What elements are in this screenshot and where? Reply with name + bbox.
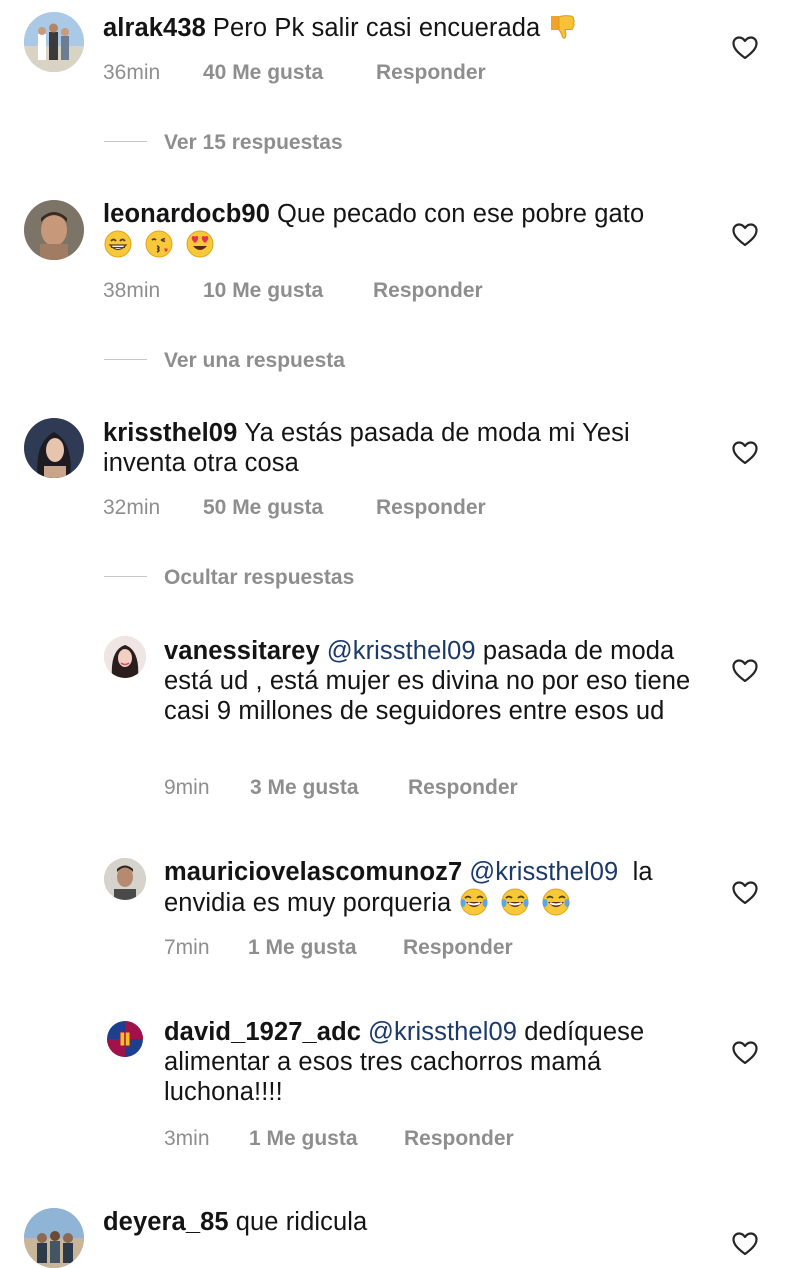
thread-divider bbox=[104, 358, 147, 361]
reply-button[interactable]: Responder bbox=[403, 935, 513, 961]
comment-meta: 7min 1 Me gusta Responder bbox=[164, 935, 513, 961]
comment-time: 9min bbox=[164, 776, 210, 799]
comment-username[interactable]: david_1927_adc bbox=[164, 1018, 361, 1046]
comment-text: krissthel09 Ya estás pasada de moda mi Ye… bbox=[103, 418, 713, 478]
grinning-face-icon bbox=[103, 229, 133, 259]
reply-button[interactable]: Responder bbox=[408, 775, 518, 801]
heart-eyes-icon bbox=[185, 229, 215, 259]
comment-text: mauriciovelascomunoz7 @krissthel09 la env… bbox=[164, 857, 704, 918]
comment-username[interactable]: mauriciovelascomunoz7 bbox=[164, 858, 462, 886]
heart-outline-icon[interactable] bbox=[732, 881, 758, 905]
avatar[interactable] bbox=[104, 636, 146, 678]
reply-button[interactable]: Responder bbox=[376, 495, 486, 521]
comment-meta: 9min 3 Me gusta Responder bbox=[164, 775, 518, 801]
comment-username[interactable]: leonardocb90 bbox=[103, 200, 270, 228]
heart-outline-icon[interactable] bbox=[732, 1041, 758, 1065]
emoji-row bbox=[103, 231, 219, 259]
thread-divider bbox=[104, 140, 147, 143]
heart-outline-icon[interactable] bbox=[732, 441, 758, 465]
mention-link[interactable]: @krissthel09 bbox=[327, 637, 476, 665]
view-replies-button[interactable]: Ver una respuesta bbox=[104, 348, 345, 374]
thumbs-down-icon bbox=[547, 12, 577, 42]
comment-text: david_1927_adc @krissthel09 dedíquese ali… bbox=[164, 1017, 704, 1107]
comment-text: vanessitarey @krissthel09 pasada de moda … bbox=[164, 636, 704, 726]
avatar[interactable] bbox=[24, 1208, 84, 1268]
likes-count[interactable]: 10 Me gusta bbox=[203, 278, 373, 304]
comment-body: Pero Pk salir casi encuerada bbox=[212, 14, 541, 42]
comment-username[interactable]: deyera_85 bbox=[103, 1208, 229, 1236]
heart-outline-icon[interactable] bbox=[732, 223, 758, 247]
heart-outline-icon[interactable] bbox=[732, 1232, 758, 1256]
comment-username[interactable]: alrak438 bbox=[103, 14, 206, 42]
hide-replies-button[interactable]: Ocultar respuestas bbox=[104, 565, 354, 591]
heart-outline-icon[interactable] bbox=[732, 659, 758, 683]
face-blowing-kiss-icon bbox=[144, 229, 174, 259]
comment-time: 38min bbox=[103, 279, 161, 302]
comment-time: 3min bbox=[164, 1127, 210, 1150]
comment-meta: 3min 1 Me gusta Responder bbox=[164, 1126, 514, 1152]
tears-of-joy-icon bbox=[541, 887, 571, 917]
avatar[interactable] bbox=[24, 200, 84, 260]
comment-body: Que pecado con ese pobre gato bbox=[277, 200, 645, 228]
reply-button[interactable]: Responder bbox=[373, 278, 483, 304]
comment-username[interactable]: krissthel09 bbox=[103, 419, 237, 447]
comment-text: alrak438 Pero Pk salir casi encuerada bbox=[103, 12, 713, 43]
comment-username[interactable]: vanessitarey bbox=[164, 637, 320, 665]
view-replies-label: Ver una respuesta bbox=[164, 349, 345, 372]
view-replies-label: Ver 15 respuestas bbox=[164, 131, 343, 154]
comment-meta: 32min 50 Me gusta Responder bbox=[103, 495, 486, 521]
likes-count[interactable]: 3 Me gusta bbox=[250, 775, 408, 801]
likes-count[interactable]: 40 Me gusta bbox=[203, 60, 376, 86]
thread-divider bbox=[104, 575, 147, 578]
comment-meta: 36min 40 Me gusta Responder bbox=[103, 60, 486, 86]
comment-time: 36min bbox=[103, 61, 161, 84]
comment-time: 32min bbox=[103, 496, 161, 519]
emoji-row bbox=[459, 889, 575, 917]
likes-count[interactable]: 50 Me gusta bbox=[203, 495, 376, 521]
comment-text: deyera_85 que ridicula bbox=[103, 1207, 713, 1237]
mention-link[interactable]: @krissthel09 bbox=[469, 858, 618, 886]
avatar[interactable] bbox=[104, 858, 146, 900]
view-replies-button[interactable]: Ver 15 respuestas bbox=[104, 130, 343, 156]
avatar[interactable] bbox=[104, 1018, 146, 1060]
comment-time: 7min bbox=[164, 936, 210, 959]
mention-link[interactable]: @krissthel09 bbox=[368, 1018, 517, 1046]
heart-outline-icon[interactable] bbox=[732, 36, 758, 60]
comment-body: que ridicula bbox=[235, 1208, 368, 1236]
avatar[interactable] bbox=[24, 418, 84, 478]
tears-of-joy-icon bbox=[459, 887, 489, 917]
comment-meta: 38min 10 Me gusta Responder bbox=[103, 278, 483, 304]
reply-button[interactable]: Responder bbox=[376, 60, 486, 86]
tears-of-joy-icon bbox=[500, 887, 530, 917]
avatar[interactable] bbox=[24, 12, 84, 72]
likes-count[interactable]: 1 Me gusta bbox=[249, 1126, 404, 1152]
comment-text: leonardocb90 Que pecado con ese pobre gat… bbox=[103, 199, 713, 260]
reply-button[interactable]: Responder bbox=[404, 1126, 514, 1152]
likes-count[interactable]: 1 Me gusta bbox=[248, 935, 403, 961]
hide-replies-label: Ocultar respuestas bbox=[164, 566, 355, 589]
